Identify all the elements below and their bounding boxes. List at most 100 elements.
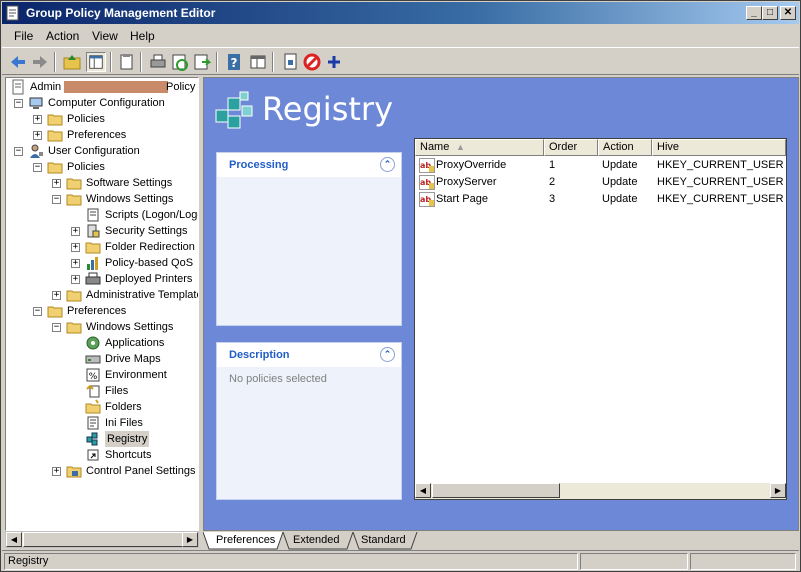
tree-item-label: Policy-based QoS <box>105 257 194 269</box>
console-icon[interactable] <box>248 52 268 72</box>
expand-icon[interactable]: + <box>52 291 61 300</box>
tree-item-security-settings[interactable]: + Security Settings <box>6 223 198 239</box>
new-document-icon[interactable] <box>280 52 300 72</box>
scroll-right-icon[interactable]: ▶ <box>770 483 786 498</box>
description-header[interactable]: Description ⌃ <box>217 343 401 367</box>
tree-item-label: User Configuration <box>48 145 140 157</box>
tree-item-user-policies[interactable]: − Policies <box>6 159 198 175</box>
processing-header[interactable]: Processing ⌃ <box>217 153 401 177</box>
scroll-thumb[interactable] <box>23 532 183 547</box>
tree-item-applications[interactable]: Applications <box>6 335 198 351</box>
tree-item-label: Environment <box>105 369 167 381</box>
tree-item-software-settings[interactable]: + Software Settings <box>6 175 198 191</box>
tree-item-ini-files[interactable]: Ini Files <box>6 415 198 431</box>
status-panel <box>690 553 796 570</box>
back-arrow-icon[interactable] <box>8 52 28 72</box>
scroll-right-icon[interactable]: ▶ <box>182 532 198 547</box>
row-action: Update <box>602 176 638 188</box>
stop-icon[interactable] <box>302 52 322 72</box>
forward-arrow-icon[interactable] <box>30 52 50 72</box>
scroll-left-icon[interactable]: ◀ <box>6 532 22 547</box>
menu-help[interactable]: Help <box>130 29 155 43</box>
details-pane: Registry Processing ⌃ Description ⌃ No p… <box>203 77 799 531</box>
list-horizontal-scrollbar[interactable]: ◀ ▶ <box>415 483 786 499</box>
column-header-hive[interactable]: Hive <box>652 139 786 156</box>
column-header-action[interactable]: Action <box>598 139 652 156</box>
row-order: 2 <box>549 176 556 188</box>
expand-icon[interactable]: + <box>71 227 80 236</box>
tab-extended[interactable]: Extended <box>281 532 351 549</box>
tree-item-environment[interactable]: % Environment <box>6 367 198 383</box>
table-row[interactable]: ab ProxyServer 2 Update HKEY_CURRENT_USE… <box>415 174 786 191</box>
tab-preferences[interactable]: Preferences <box>204 532 287 549</box>
help-icon[interactable]: ? <box>224 52 244 72</box>
tree-item-control-panel-settings[interactable]: + Control Panel Settings <box>6 463 198 479</box>
console-tree[interactable]: Admin Policy − Computer Configuration + … <box>5 77 199 531</box>
tree-item-user-configuration[interactable]: − User Configuration <box>6 143 198 159</box>
processing-panel: Processing ⌃ <box>216 152 402 326</box>
tree-horizontal-scrollbar[interactable]: ◀ ▶ <box>5 531 199 548</box>
tree-item-deployed-printers[interactable]: + Deployed Printers <box>6 271 198 287</box>
tree-item-label: Applications <box>105 337 165 349</box>
tree-item-label: Folder Redirection <box>105 241 195 253</box>
expand-icon[interactable]: + <box>33 131 42 140</box>
column-header-order[interactable]: Order <box>544 139 598 156</box>
expand-icon[interactable]: + <box>71 259 80 268</box>
tree-item-computer-preferences[interactable]: + Preferences <box>6 127 198 143</box>
properties-icon[interactable] <box>116 52 136 72</box>
menu-file[interactable]: File <box>14 29 33 43</box>
tree-item-user-preferences[interactable]: − Preferences <box>6 303 198 319</box>
tree-item-folder-redirection[interactable]: + Folder Redirection <box>6 239 198 255</box>
folder-icon <box>66 322 82 334</box>
expand-icon[interactable]: + <box>52 467 61 476</box>
show-hide-tree-icon[interactable] <box>86 52 106 72</box>
minimize-button[interactable]: _ <box>746 6 762 20</box>
tree-item-administrative-templates[interactable]: + Administrative Templates <box>6 287 199 303</box>
user-icon <box>30 144 43 158</box>
tab-standard[interactable]: Standard <box>349 532 418 549</box>
tree-item-drive-maps[interactable]: Drive Maps <box>6 351 198 367</box>
row-order: 1 <box>549 159 556 171</box>
tree-item-pref-windows-settings[interactable]: − Windows Settings <box>6 319 198 335</box>
tree-item-scripts[interactable]: Scripts (Logon/Logoff) <box>6 207 198 223</box>
tree-item-folders[interactable]: Folders <box>6 399 198 415</box>
collapse-panel-icon[interactable]: ⌃ <box>380 157 395 172</box>
registry-list[interactable]: Name ▲ Order Action Hive ab ProxyOverrid… <box>414 138 787 500</box>
tree-item-files[interactable]: Files <box>6 383 198 399</box>
expand-icon[interactable]: + <box>52 179 61 188</box>
collapse-panel-icon[interactable]: ⌃ <box>380 347 395 362</box>
table-row[interactable]: ab Start Page 3 Update HKEY_CURRENT_USER <box>415 191 786 208</box>
tree-item-label: Administrative Templates <box>86 289 199 301</box>
refresh-icon[interactable] <box>170 52 190 72</box>
collapse-icon[interactable]: − <box>14 99 23 108</box>
tree-item-policy-windows-settings[interactable]: − Windows Settings <box>6 191 198 207</box>
column-header-name[interactable]: Name ▲ <box>415 139 544 156</box>
tree-item-registry[interactable]: Registry <box>6 431 198 447</box>
table-row[interactable]: ab ProxyOverride 1 Update HKEY_CURRENT_U… <box>415 157 786 174</box>
collapse-icon[interactable]: − <box>52 323 61 332</box>
scroll-left-icon[interactable]: ◀ <box>415 483 431 498</box>
add-icon[interactable] <box>324 52 344 72</box>
expand-icon[interactable]: + <box>71 243 80 252</box>
expand-icon[interactable]: + <box>71 275 80 284</box>
export-icon[interactable] <box>192 52 212 72</box>
menu-action[interactable]: Action <box>46 29 79 43</box>
up-folder-icon[interactable] <box>62 52 82 72</box>
tree-item-computer-policies[interactable]: + Policies <box>6 111 198 127</box>
menu-view[interactable]: View <box>92 29 118 43</box>
collapse-icon[interactable]: − <box>33 307 42 316</box>
collapse-icon[interactable]: − <box>14 147 23 156</box>
collapse-icon[interactable]: − <box>33 163 42 172</box>
maximize-button[interactable]: □ <box>762 6 778 20</box>
status-panel <box>580 553 688 570</box>
title-bar[interactable]: Group Policy Management Editor _ □ ✕ <box>2 2 799 24</box>
expand-icon[interactable]: + <box>33 115 42 124</box>
tree-item-computer-configuration[interactable]: − Computer Configuration <box>6 95 198 111</box>
close-button[interactable]: ✕ <box>780 6 796 20</box>
collapse-icon[interactable]: − <box>52 195 61 204</box>
folder-icon <box>85 242 101 254</box>
tree-item-policy-qos[interactable]: + Policy-based QoS <box>6 255 198 271</box>
print-icon[interactable] <box>148 52 168 72</box>
scroll-thumb[interactable] <box>432 483 560 498</box>
tree-item-shortcuts[interactable]: Shortcuts <box>6 447 198 463</box>
